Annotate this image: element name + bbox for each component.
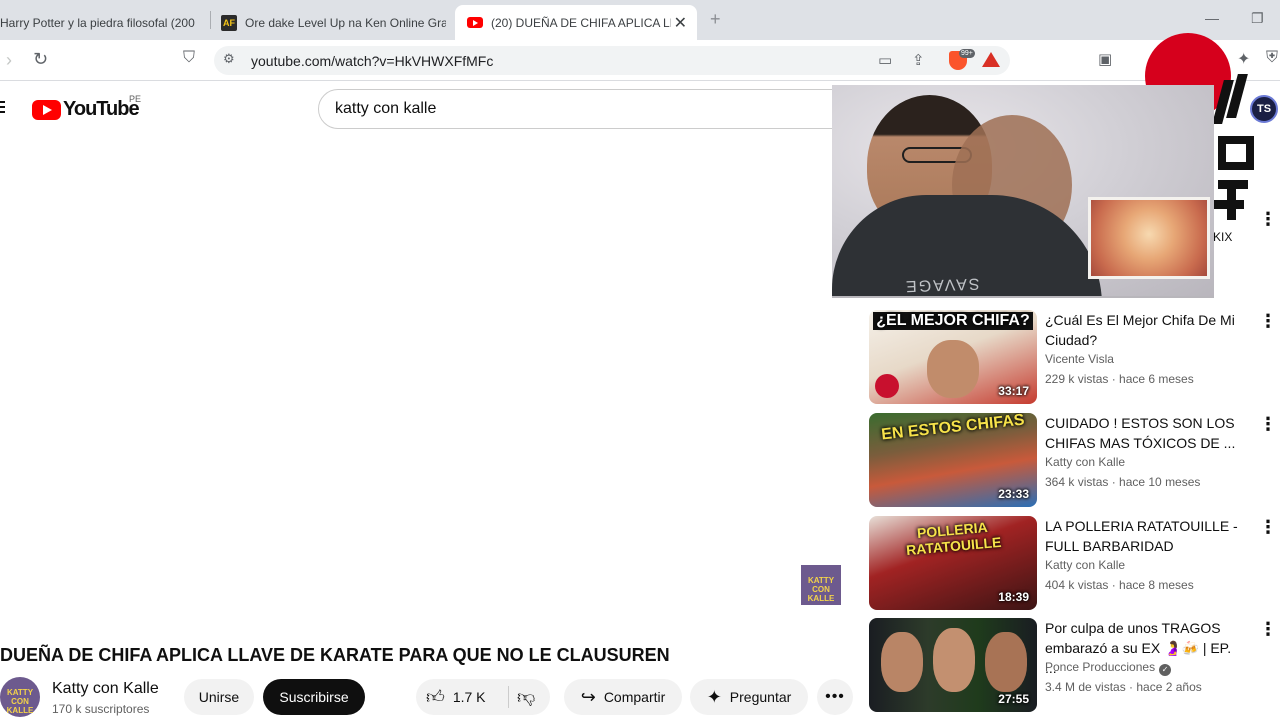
thumbnail-caption: ¿EL MEJOR CHIFA?: [873, 312, 1033, 330]
ask-label: Preguntar: [729, 689, 792, 705]
shield-count-badge: 99+: [959, 49, 975, 58]
more-vertical-icon[interactable]: ⋮: [1259, 620, 1277, 638]
recommendation-item[interactable]: EN ESTOS CHIFAS 23:33 CUIDADO ! ESTOS SO…: [869, 413, 1277, 508]
video-thumbnail[interactable]: 27:55: [869, 618, 1037, 712]
video-player[interactable]: [0, 130, 852, 620]
subscribe-button[interactable]: Suscribirse: [263, 679, 365, 715]
like-count[interactable]: 1.7 K: [453, 689, 486, 705]
wall-poster: [1088, 197, 1210, 279]
partial-label: KIX: [1213, 230, 1233, 244]
verified-icon: ✓: [1159, 664, 1172, 676]
sidebar-icon[interactable]: ▣: [1098, 50, 1112, 68]
recommendation-item[interactable]: ¿EL MEJOR CHIFA? 33:17 ¿Cuál Es El Mejor…: [869, 310, 1277, 405]
tab-harry-potter[interactable]: Harry Potter y la piedra filosofal (200: [0, 5, 200, 40]
url-text[interactable]: youtube.com/watch?v=HkVHWXFfMFc: [251, 53, 493, 69]
menu-icon[interactable]: [0, 101, 5, 116]
video-duration: 33:17: [998, 384, 1029, 398]
channel-avatar[interactable]: KATTY CON KALLE: [0, 677, 40, 717]
video-thumbnail[interactable]: ¿EL MEJOR CHIFA? 33:17: [869, 310, 1037, 404]
video-thumbnail[interactable]: EN ESTOS CHIFAS 23:33: [869, 413, 1037, 507]
tab-title: (20) DUEÑA DE CHIFA APLICA LL: [491, 15, 671, 30]
share-button[interactable]: ↪ Compartir: [564, 679, 682, 715]
more-vertical-icon[interactable]: ⋮: [1259, 312, 1277, 330]
thumbnail-face: [985, 632, 1027, 692]
share-label: Compartir: [603, 689, 666, 705]
tab-title: Harry Potter y la piedra filosofal (200: [0, 15, 195, 30]
channel-name[interactable]: Vicente Visla: [1045, 352, 1114, 366]
video-duration: 23:33: [998, 487, 1029, 501]
thumbs-down-icon[interactable]: 👎︎: [517, 686, 535, 708]
webcam-overlay: SAVAGE: [832, 85, 1214, 298]
more-vertical-icon[interactable]: ⋮: [1259, 518, 1277, 536]
youtube-play-icon: [32, 99, 61, 120]
channel-name-text: Ponce Producciones: [1045, 660, 1156, 674]
address-bar[interactable]: ⚙ youtube.com/watch?v=HkVHWXFfMFc ▭ ⇪ 99…: [214, 46, 1010, 75]
channel-watermark[interactable]: KATTY CON KALLE: [801, 565, 841, 605]
close-icon[interactable]: ✕: [674, 13, 687, 33]
af-favicon-icon: AF: [221, 14, 237, 31]
channel-name[interactable]: Katty con Kalle: [1045, 558, 1125, 572]
thumbs-up-icon[interactable]: 👍︎: [426, 686, 445, 708]
recommendation-item[interactable]: 27:55 Por culpa de unos TRAGOS embarazó …: [869, 618, 1277, 713]
thumbnail-caption: POLLERIA RATATOUILLE: [905, 518, 1002, 559]
video-title[interactable]: ¿Cuál Es El Mejor Chifa De Mi Ciudad?: [1045, 310, 1245, 350]
video-meta: 404 k vistas · hace 8 meses: [1045, 578, 1194, 592]
browser-tab-strip: Harry Potter y la piedra filosofal (200 …: [0, 0, 1280, 40]
forward-icon[interactable]: ›: [6, 50, 12, 71]
shirt-text: SAVAGE: [903, 274, 980, 295]
video-title[interactable]: LA POLLERIA RATATOUILLE - FULL BARBARIDA…: [1045, 516, 1245, 556]
tab-ore-dake-level-up[interactable]: AF Ore dake Level Up na Ken Online Gra: [221, 5, 446, 40]
video-duration: 27:55: [998, 692, 1029, 706]
share-icon: ↪: [580, 686, 596, 707]
user-avatar[interactable]: TS: [1250, 95, 1278, 123]
join-button[interactable]: Unirse: [184, 679, 254, 715]
black-logo-sticker: [1212, 60, 1260, 245]
video-title[interactable]: CUIDADO ! ESTOS SON LOS CHIFAS MAS TÓXIC…: [1045, 413, 1245, 453]
restore-icon[interactable]: ❐: [1251, 10, 1264, 27]
share-page-icon[interactable]: ⇪: [912, 51, 925, 69]
country-code: PE: [129, 94, 142, 104]
channel-name[interactable]: Katty con Kalle: [1045, 455, 1125, 469]
thumbnail-caption: EN ESTOS CHIFAS: [880, 413, 1026, 444]
sparkle-icon: ✦: [706, 686, 722, 707]
more-vertical-icon[interactable]: ⋮: [1259, 210, 1277, 228]
tab-title: Ore dake Level Up na Ken Online Gra: [245, 15, 446, 30]
cast-icon[interactable]: ▭: [878, 51, 892, 69]
video-duration: 18:39: [998, 590, 1029, 604]
ask-button[interactable]: ✦ Preguntar: [690, 679, 808, 715]
channel-name-main[interactable]: Katty con Kalle: [52, 680, 159, 698]
browser-toolbar: › ↻ ⛉ ⚙ youtube.com/watch?v=HkVHWXFfMFc …: [0, 40, 1280, 81]
thumbnail-face: [881, 632, 923, 692]
video-title-main: DUEÑA DE CHIFA APLICA LLAVE DE KARATE PA…: [0, 645, 670, 665]
brave-rewards-icon[interactable]: [982, 52, 1000, 67]
video-meta: 3.4 M de vistas · hace 2 años: [1045, 680, 1202, 694]
more-horizontal-icon[interactable]: •••: [817, 679, 853, 715]
video-thumbnail[interactable]: POLLERIA RATATOUILLE 18:39: [869, 516, 1037, 610]
more-vertical-icon[interactable]: ⋮: [1259, 415, 1277, 433]
new-tab-icon[interactable]: +: [710, 9, 721, 30]
bookmark-icon[interactable]: ⛉: [183, 49, 195, 67]
youtube-wordmark: YouTube: [63, 98, 140, 120]
youtube-logo[interactable]: YouTube: [32, 98, 140, 121]
site-settings-icon[interactable]: ⚙: [223, 51, 235, 67]
youtube-favicon-icon: [467, 17, 483, 28]
search-input[interactable]: katty con kalle: [318, 89, 858, 129]
thumbnail-logo: [875, 374, 899, 398]
reload-icon[interactable]: ↻: [33, 49, 48, 70]
like-divider: [508, 686, 509, 708]
channel-name[interactable]: Ponce Producciones ✓: [1045, 660, 1172, 676]
video-meta: 364 k vistas · hace 10 meses: [1045, 475, 1201, 489]
tab-active-youtube[interactable]: (20) DUEÑA DE CHIFA APLICA LL ✕: [455, 5, 697, 40]
recommendation-item[interactable]: POLLERIA RATATOUILLE 18:39 LA POLLERIA R…: [869, 516, 1277, 611]
shield-icon[interactable]: ⛨: [1266, 49, 1278, 67]
video-meta: 229 k vistas · hace 6 meses: [1045, 372, 1194, 386]
tab-separator: [210, 11, 211, 29]
thumbnail-face: [933, 628, 975, 692]
minimize-icon[interactable]: —: [1205, 10, 1219, 26]
thumbnail-face: [927, 340, 979, 398]
subscriber-count: 170 k suscriptores: [52, 702, 150, 716]
